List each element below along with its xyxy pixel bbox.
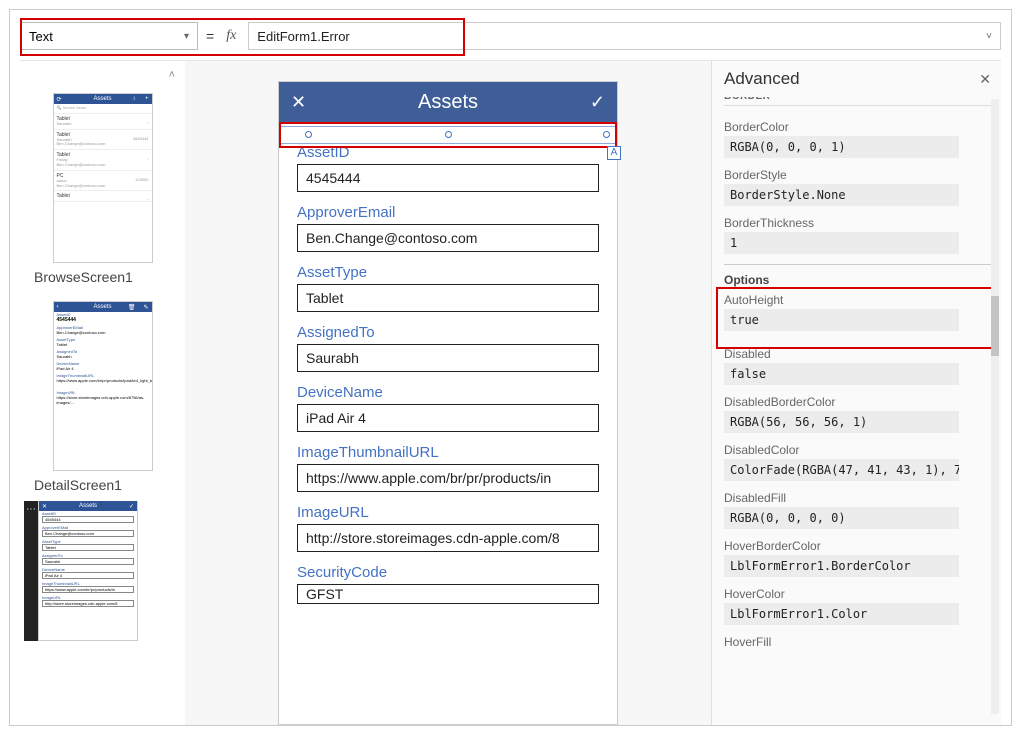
pane-title: Advanced: [724, 69, 800, 89]
phone-preview[interactable]: ✕ Assets ✓ A AssetID 4545444 ApproverEmai…: [278, 81, 618, 725]
formula-input[interactable]: EditForm1.Error ˅: [248, 22, 1001, 50]
screens-panel: ˄ ⟳Assets↕+ 🔍 Search Items TabletSaurabh…: [20, 61, 185, 725]
prop-label: DisabledBorderColor: [724, 395, 999, 409]
hoverbordercolor-input[interactable]: LblFormError1.BorderColor: [724, 555, 959, 577]
devicename-input[interactable]: iPad Air 4: [297, 404, 599, 432]
chevron-down-icon: ˅: [986, 31, 992, 42]
prop-label: HoverColor: [724, 587, 999, 601]
approveremail-input[interactable]: Ben.Change@contoso.com: [297, 224, 599, 252]
close-icon[interactable]: ✕: [291, 92, 306, 113]
assetid-input[interactable]: 4545444: [297, 164, 599, 192]
bordercolor-input[interactable]: RGBA(0, 0, 0, 1): [724, 136, 959, 158]
canvas: ✕ Assets ✓ A AssetID 4545444 ApproverEmai…: [185, 61, 711, 725]
securitycode-input[interactable]: GFST: [297, 584, 599, 604]
prop-label: DisabledColor: [724, 443, 999, 457]
advanced-pane: Advanced ✕ BORDER BorderColor RGBA(0, 0, …: [711, 61, 1001, 725]
field-label: DeviceName: [297, 384, 599, 401]
property-dropdown-label: Text: [29, 29, 53, 44]
borderstyle-input[interactable]: BorderStyle.None: [724, 184, 959, 206]
autoheight-input[interactable]: true: [724, 309, 959, 331]
field-label: SecurityCode: [297, 564, 599, 581]
property-dropdown[interactable]: Text ▾: [20, 22, 198, 50]
assignedto-input[interactable]: Saurabh: [297, 344, 599, 372]
thumbnail-browsescreen[interactable]: ⟳Assets↕+ 🔍 Search Items TabletSaurabh› …: [53, 93, 153, 263]
formula-text: EditForm1.Error: [257, 29, 349, 44]
borderthickness-input[interactable]: 1: [724, 232, 959, 254]
assettype-input[interactable]: Tablet: [297, 284, 599, 312]
prop-label: DisabledFill: [724, 491, 999, 505]
imageurl-input[interactable]: http://store.storeimages.cdn-apple.com/8: [297, 524, 599, 552]
chevron-down-icon: ▾: [184, 31, 189, 42]
disabled-input[interactable]: false: [724, 363, 959, 385]
hovercolor-input[interactable]: LblFormError1.Color: [724, 603, 959, 625]
equals-sign: =: [206, 28, 214, 44]
scrollbar[interactable]: [991, 99, 999, 714]
disabledfill-input[interactable]: RGBA(0, 0, 0, 0): [724, 507, 959, 529]
thumbnail-editscreen[interactable]: ⋯ ✕Assets✓ AssetID4545444 ApproverEMailB…: [24, 501, 181, 641]
prop-label: Disabled: [724, 347, 999, 361]
field-label: ApproverEmail: [297, 204, 599, 221]
screen-label-2: DetailScreen1: [24, 473, 181, 501]
section-options: Options: [724, 264, 999, 293]
disabledbordercolor-input[interactable]: RGBA(56, 56, 56, 1): [724, 411, 959, 433]
label-type-icon: A: [607, 146, 621, 160]
check-icon[interactable]: ✓: [590, 92, 605, 113]
field-label: AssignedTo: [297, 324, 599, 341]
scrollbar-thumb[interactable]: [991, 296, 999, 356]
close-pane-icon[interactable]: ✕: [979, 71, 991, 88]
edit-form: AssetID 4545444 ApproverEmail Ben.Change@c…: [279, 122, 617, 724]
expand-toggle[interactable]: ˄: [24, 67, 181, 85]
disabledcolor-input[interactable]: ColorFade(RGBA(47, 41, 43, 1), 70%): [724, 459, 959, 481]
form-header: ✕ Assets ✓: [279, 82, 617, 122]
screen-label-1: BrowseScreen1: [24, 265, 181, 293]
field-label: ImageThumbnailURL: [297, 444, 599, 461]
formula-bar: Text ▾ = fx EditForm1.Error ˅: [20, 20, 1001, 61]
prop-label: BorderThickness: [724, 216, 999, 230]
prop-label: AutoHeight: [724, 293, 999, 307]
field-label: AssetID: [297, 144, 599, 161]
imagethumbnailurl-input[interactable]: https://www.apple.com/br/pr/products/in: [297, 464, 599, 492]
field-label: AssetType: [297, 264, 599, 281]
thumbnail-detailscreen[interactable]: ‹Assets🗑✎ AssetID4545444 ApproverEMailBe…: [53, 301, 153, 471]
prop-label: HoverFill: [724, 635, 999, 649]
prop-label: BorderStyle: [724, 168, 999, 182]
prop-label: BorderColor: [724, 120, 999, 134]
field-label: ImageURL: [297, 504, 599, 521]
section-border: BORDER: [724, 97, 999, 106]
prop-label: HoverBorderColor: [724, 539, 999, 553]
fx-icon: fx: [222, 28, 240, 44]
form-title: Assets: [418, 91, 478, 114]
